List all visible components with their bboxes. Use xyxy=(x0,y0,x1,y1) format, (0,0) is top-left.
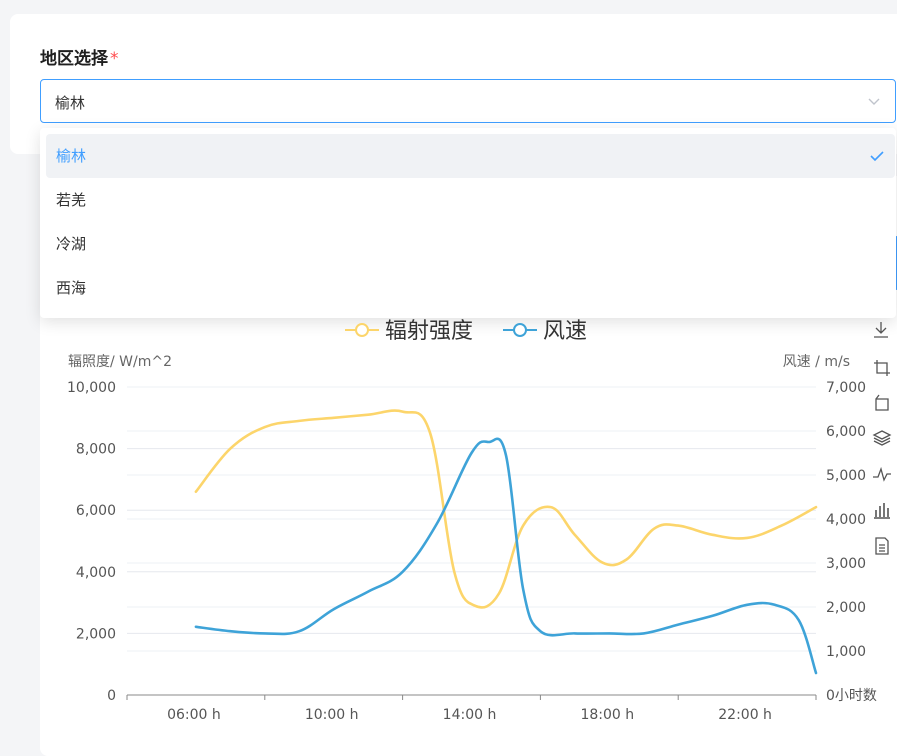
legend-label: 辐射强度 xyxy=(385,319,473,344)
y-left-tick-label: 10,000 xyxy=(67,380,116,396)
y-right-tick-label: 0小时数 xyxy=(826,688,877,704)
y-left-tick-label: 4,000 xyxy=(76,565,116,581)
y-right-tick-label: 3,000 xyxy=(826,556,866,572)
y-right-tick-label: 7,000 xyxy=(826,380,866,396)
y-right-tick-label: 1,000 xyxy=(826,644,866,660)
download-icon[interactable] xyxy=(874,322,888,338)
chart-toolbox xyxy=(872,322,892,555)
y-left-tick-label: 0 xyxy=(107,688,116,704)
x-tick-label: 10:00 h xyxy=(305,707,359,723)
y-right-tick-label: 6,000 xyxy=(826,424,866,440)
y-right-axis-label: 风速 / m/s xyxy=(783,354,850,370)
zoom-icon[interactable] xyxy=(874,360,890,376)
zoom-reset-icon[interactable] xyxy=(875,394,889,411)
legend-marker xyxy=(355,323,369,337)
series-line-1 xyxy=(194,437,818,675)
y-left-tick-label: 2,000 xyxy=(76,626,116,642)
x-tick-label: 18:00 h xyxy=(580,707,634,723)
stack-icon[interactable] xyxy=(872,430,892,446)
x-tick-label: 06:00 h xyxy=(167,707,221,723)
data-view-icon[interactable] xyxy=(875,537,889,555)
chart-grid xyxy=(127,386,816,652)
legend-label: 风速 xyxy=(543,319,587,344)
chart-legend: 辐射强度 风速 xyxy=(345,319,587,344)
y-left-axis-label: 辐照度/ W/m^2 xyxy=(68,354,172,370)
line-switch-icon[interactable] xyxy=(873,466,891,482)
y-left-tick-label: 8,000 xyxy=(76,442,116,458)
legend-marker xyxy=(513,323,527,337)
y-left-tick-label: 6,000 xyxy=(76,503,116,519)
y-right-tick-label: 2,000 xyxy=(826,600,866,616)
x-tick-label: 14:00 h xyxy=(443,707,497,723)
irradiance-wind-chart: 10,000 8,000 6,000 4,000 2,000 0 7,000 6,000 5,0… xyxy=(67,319,892,723)
series-line-0 xyxy=(194,409,818,609)
bar-switch-icon[interactable] xyxy=(874,503,890,519)
chart-axes: 10,000 8,000 6,000 4,000 2,000 0 7,000 6,000 5,0… xyxy=(67,354,877,723)
y-right-tick-label: 4,000 xyxy=(826,512,866,528)
y-right-tick-label: 5,000 xyxy=(826,468,866,484)
legend-item-0: 辐射强度 xyxy=(345,319,473,344)
legend-item-1: 风速 xyxy=(503,319,587,344)
x-tick-label: 22:00 h xyxy=(718,707,772,723)
